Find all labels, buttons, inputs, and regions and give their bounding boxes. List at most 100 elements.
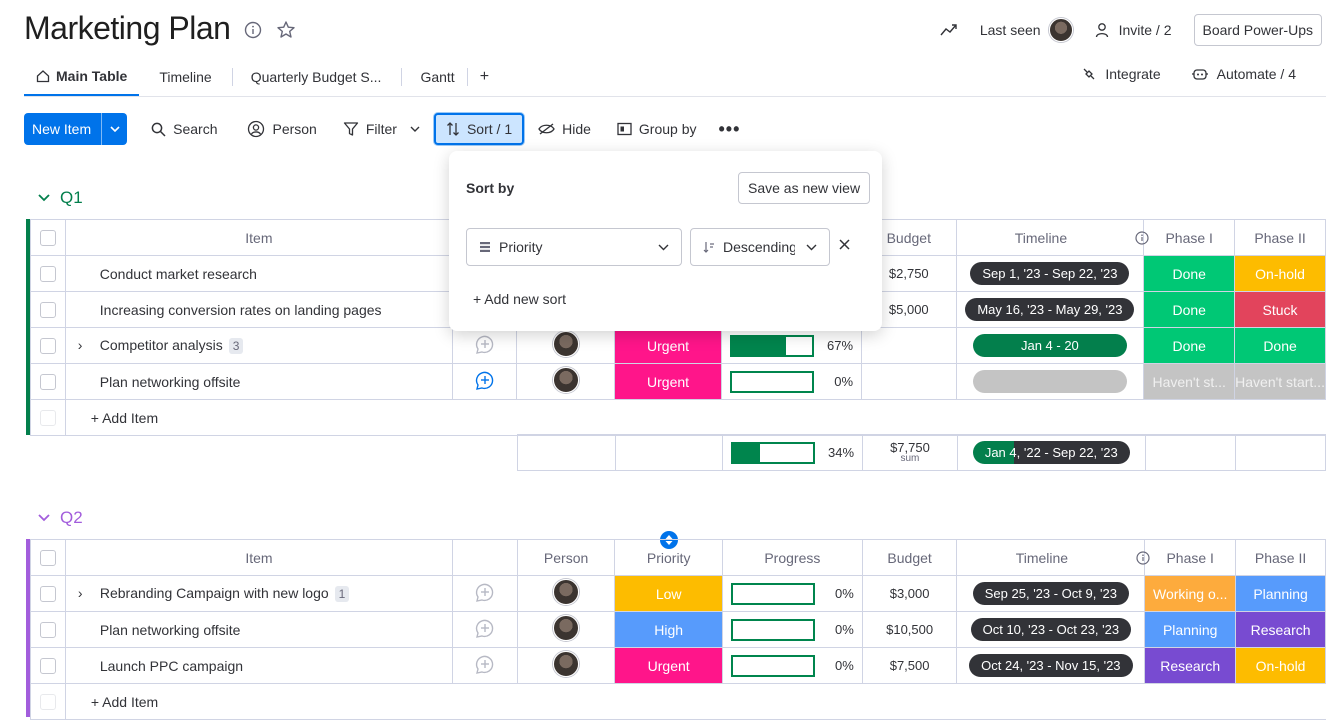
person-cell[interactable] bbox=[516, 363, 615, 400]
avatar[interactable] bbox=[553, 615, 580, 641]
timeline-cell[interactable]: - bbox=[955, 363, 1145, 400]
column-header-phase-2[interactable]: Phase II bbox=[1235, 539, 1326, 576]
timeline-cell[interactable]: Sep 25, '23 - Oct 9, '23 bbox=[956, 575, 1146, 612]
tab-main-table[interactable]: Main Table bbox=[24, 58, 140, 96]
add-item-input[interactable]: + Add Item bbox=[64, 399, 1326, 436]
timeline-cell[interactable]: Sep 1, '23 - Sep 22, '23 bbox=[955, 255, 1145, 292]
budget-cell[interactable]: $10,500 bbox=[861, 611, 958, 648]
add-update-icon[interactable] bbox=[474, 581, 496, 603]
item-name-cell[interactable]: Plan networking offsite bbox=[64, 363, 453, 400]
column-header-person[interactable]: Person bbox=[516, 539, 616, 576]
select-all-checkbox[interactable] bbox=[30, 539, 66, 576]
column-header-item[interactable]: Item bbox=[64, 539, 454, 576]
row-checkbox[interactable] bbox=[30, 611, 66, 648]
phase-2-cell[interactable]: On-hold bbox=[1235, 647, 1326, 684]
priority-cell[interactable]: High bbox=[614, 611, 723, 648]
item-name-cell[interactable]: Increasing conversion rates on landing p… bbox=[64, 291, 453, 328]
sort-button[interactable]: Sort / 1 bbox=[433, 113, 525, 145]
priority-cell[interactable]: Low bbox=[614, 575, 723, 612]
priority-cell[interactable]: Urgent bbox=[613, 327, 723, 364]
avatar[interactable] bbox=[553, 651, 580, 677]
item-name-cell[interactable]: Conduct market research bbox=[64, 255, 453, 292]
row-checkbox[interactable] bbox=[30, 291, 66, 328]
item-name-cell[interactable]: › Rebranding Campaign with new logo 1 bbox=[64, 575, 454, 612]
new-item-button[interactable]: New Item bbox=[24, 113, 128, 145]
priority-cell[interactable]: Urgent bbox=[614, 647, 723, 684]
item-name[interactable]: Plan networking offsite bbox=[100, 622, 241, 638]
phase-2-cell[interactable]: Research bbox=[1235, 611, 1326, 648]
avatar[interactable] bbox=[553, 579, 580, 605]
timeline-cell[interactable]: May 16, '23 - May 29, '23 bbox=[955, 291, 1145, 328]
timeline-cell[interactable]: Jan 4 - 20 bbox=[955, 327, 1145, 364]
row-checkbox[interactable] bbox=[30, 647, 66, 684]
tab-timeline[interactable]: Timeline bbox=[147, 59, 223, 95]
activity-icon[interactable] bbox=[940, 23, 958, 37]
sort-direction-select[interactable]: Descending bbox=[690, 228, 830, 266]
column-header-phase-1[interactable]: Phase I bbox=[1143, 219, 1236, 256]
updates-cell[interactable] bbox=[451, 363, 518, 400]
add-item-input[interactable]: + Add Item bbox=[64, 683, 1326, 720]
phase-2-cell[interactable]: Haven't start... bbox=[1234, 363, 1326, 400]
integrate-button[interactable]: Integrate bbox=[1081, 66, 1161, 82]
item-name[interactable]: Launch PPC campaign bbox=[100, 658, 243, 674]
phase-1-cell[interactable]: Haven't st... bbox=[1143, 363, 1236, 400]
updates-cell[interactable] bbox=[451, 327, 518, 364]
board-title[interactable]: Marketing Plan bbox=[24, 10, 231, 47]
group-title[interactable]: Q2 bbox=[60, 508, 83, 528]
row-checkbox[interactable] bbox=[30, 327, 66, 364]
phase-2-cell[interactable]: Planning bbox=[1235, 575, 1326, 612]
phase-2-cell[interactable]: On-hold bbox=[1234, 255, 1326, 292]
person-cell[interactable] bbox=[516, 611, 616, 648]
column-header-budget[interactable]: Budget bbox=[861, 539, 958, 576]
table-row[interactable]: Plan networking offsite High 0% $10,500 Oct … bbox=[30, 611, 1326, 648]
hide-button[interactable]: Hide bbox=[530, 113, 599, 145]
select-all-checkbox[interactable] bbox=[30, 219, 66, 256]
budget-cell[interactable]: $3,000 bbox=[861, 575, 958, 612]
table-row[interactable]: › Competitor analysis 3 Urgent 67% Jan 4 - 20… bbox=[30, 327, 1326, 364]
avatar[interactable] bbox=[552, 367, 579, 393]
sort-column-select[interactable]: Priority bbox=[466, 228, 682, 266]
person-cell[interactable] bbox=[516, 647, 616, 684]
star-icon[interactable] bbox=[276, 20, 296, 40]
info-icon[interactable] bbox=[244, 21, 262, 39]
chevron-right-icon[interactable]: › bbox=[78, 585, 92, 601]
column-header-phase-2[interactable]: Phase II bbox=[1234, 219, 1326, 256]
more-options-button[interactable]: ••• bbox=[711, 113, 749, 145]
column-header-item[interactable]: Item bbox=[64, 219, 453, 256]
search-button[interactable]: Search bbox=[143, 113, 225, 145]
updates-cell[interactable] bbox=[452, 575, 518, 612]
chevron-down-icon[interactable] bbox=[38, 514, 50, 522]
group-title[interactable]: Q1 bbox=[60, 188, 83, 208]
last-seen-button[interactable]: Last seen bbox=[980, 18, 1073, 42]
phase-2-cell[interactable]: Stuck bbox=[1234, 291, 1326, 328]
phase-1-cell[interactable]: Done bbox=[1143, 255, 1236, 292]
item-name[interactable]: Conduct market research bbox=[100, 266, 257, 282]
table-row[interactable]: Launch PPC campaign Urgent 0% $7,500 Oct 24,… bbox=[30, 647, 1326, 684]
add-item-row[interactable]: + Add Item bbox=[30, 683, 1326, 720]
phase-1-cell[interactable]: Planning bbox=[1144, 611, 1237, 648]
add-new-sort-button[interactable]: + Add new sort bbox=[473, 291, 566, 307]
phase-1-cell[interactable]: Research bbox=[1144, 647, 1237, 684]
person-cell[interactable] bbox=[516, 575, 616, 612]
item-name[interactable]: Increasing conversion rates on landing p… bbox=[100, 302, 382, 318]
chevron-down-icon[interactable] bbox=[101, 113, 127, 145]
add-view-button[interactable]: + bbox=[468, 59, 501, 95]
remove-sort-button[interactable] bbox=[839, 237, 850, 255]
item-name[interactable]: Plan networking offsite bbox=[100, 374, 241, 390]
save-as-new-view-button[interactable]: Save as new view bbox=[738, 172, 871, 204]
budget-cell[interactable]: $7,500 bbox=[861, 647, 958, 684]
group-q1-header[interactable]: Q1 bbox=[38, 188, 83, 208]
phase-1-cell[interactable]: Working o... bbox=[1144, 575, 1237, 612]
timeline-cell[interactable]: Oct 10, '23 - Oct 23, '23 bbox=[956, 611, 1146, 648]
avatar[interactable] bbox=[552, 331, 579, 357]
timeline-cell[interactable]: Oct 24, '23 - Nov 15, '23 bbox=[956, 647, 1146, 684]
row-checkbox[interactable] bbox=[30, 363, 66, 400]
add-update-icon[interactable] bbox=[474, 333, 496, 355]
table-row[interactable]: › Rebranding Campaign with new logo 1 Low 0%… bbox=[30, 575, 1326, 612]
filter-button[interactable]: Filter bbox=[335, 113, 428, 145]
add-update-icon[interactable] bbox=[474, 369, 496, 391]
column-header-timeline[interactable]: Timeline bbox=[956, 539, 1150, 576]
tab-gantt[interactable]: Gantt bbox=[408, 59, 466, 95]
phase-2-cell[interactable]: Done bbox=[1234, 327, 1326, 364]
info-icon[interactable] bbox=[1136, 551, 1150, 565]
